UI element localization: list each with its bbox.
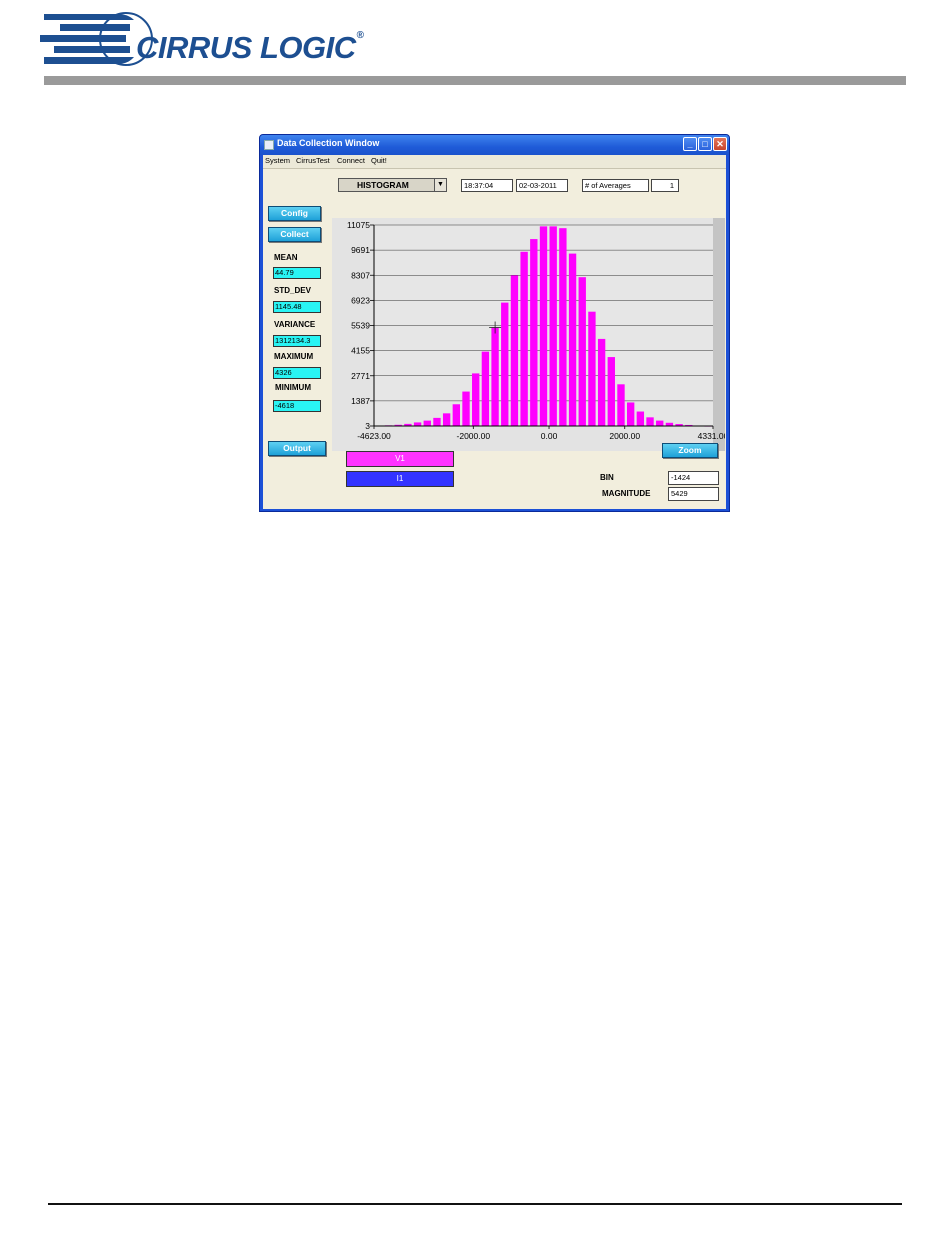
y-tick-label: 4155: [351, 346, 370, 356]
menu-connect[interactable]: Connect: [337, 156, 365, 165]
header-rule: [44, 76, 906, 85]
histogram-bar: [491, 327, 499, 426]
mode-select-value: HISTOGRAM: [357, 180, 409, 190]
histogram-bar: [539, 226, 548, 426]
histogram-bar: [413, 422, 422, 426]
histogram-bar: [588, 311, 596, 426]
main-panel: HISTOGRAM ▼ 18:37:04 02-03-2011 # of Ave…: [263, 169, 726, 509]
chevron-down-icon[interactable]: ▼: [434, 179, 446, 191]
histogram-bar: [462, 391, 470, 426]
histogram-bar: [442, 413, 451, 426]
variance-field[interactable]: 1312134.3: [273, 335, 321, 347]
chart-right-shade: [713, 218, 725, 451]
histogram-bar: [656, 420, 664, 426]
averages-label: # of Averages: [582, 179, 649, 192]
magnitude-field[interactable]: 5429: [668, 487, 719, 501]
menu-system[interactable]: System: [265, 156, 290, 165]
x-tick-label: -2000.00: [457, 431, 491, 441]
histogram-bar: [501, 302, 509, 426]
histogram-bar: [617, 384, 625, 426]
minimum-field[interactable]: -4618: [273, 400, 321, 412]
maximize-button[interactable]: □: [698, 137, 712, 151]
menu-cirrustest[interactable]: CirrusTest: [296, 156, 330, 165]
mode-select[interactable]: HISTOGRAM ▼: [338, 178, 447, 192]
histogram-bar: [433, 417, 441, 426]
histogram-bar: [520, 251, 528, 426]
title-bar[interactable]: Data Collection Window _ □ ✕: [260, 135, 729, 155]
mean-field[interactable]: 44.79: [273, 267, 321, 279]
histogram-bar: [559, 228, 567, 426]
series-v1-button[interactable]: V1: [346, 451, 454, 467]
histogram-bar: [578, 277, 586, 426]
y-tick-label: 6923: [351, 295, 370, 305]
series-i1-button[interactable]: I1: [346, 471, 454, 487]
time-field[interactable]: 18:37:04: [461, 179, 513, 192]
histogram-bar: [452, 404, 461, 426]
app-icon: [264, 140, 274, 150]
histogram-bar: [530, 239, 538, 426]
histogram-bar: [646, 417, 654, 426]
x-tick-label: 2000.00: [609, 431, 640, 441]
histogram-bar: [636, 411, 645, 426]
bin-label: BIN: [600, 473, 614, 482]
y-tick-label: 5539: [351, 321, 370, 331]
histogram-bar: [472, 373, 480, 426]
config-button[interactable]: Config: [268, 206, 321, 221]
collect-button[interactable]: Collect: [268, 227, 321, 242]
date-field[interactable]: 02-03-2011: [516, 179, 568, 192]
window-title: Data Collection Window: [277, 138, 380, 148]
menu-quit[interactable]: Quit!: [371, 156, 387, 165]
y-tick-label: 2771: [351, 371, 370, 381]
histogram-chart[interactable]: 11075 9691 8307 6923 5539 4155 2771 1387 3-4623.…: [332, 218, 725, 451]
minimize-button[interactable]: _: [683, 137, 697, 151]
magnitude-label: MAGNITUDE: [602, 489, 651, 498]
menu-bar: System CirrusTest Connect Quit!: [263, 155, 726, 168]
x-tick-label: -4623.00: [357, 431, 391, 441]
bin-field[interactable]: -1424: [668, 471, 719, 485]
histogram-bar: [607, 357, 615, 426]
std-dev-label: STD_DEV: [274, 286, 311, 295]
averages-field[interactable]: 1: [651, 179, 679, 192]
data-collection-window: Data Collection Window _ □ ✕ System Cirr…: [259, 134, 730, 512]
histogram-bar: [549, 226, 557, 426]
histogram-bar: [423, 420, 431, 426]
zoom-button[interactable]: Zoom: [662, 443, 718, 458]
x-tick-label: 4331.00: [698, 431, 725, 441]
x-tick-label: 0.00: [541, 431, 558, 441]
histogram-bar: [510, 275, 519, 426]
minimum-label: MINIMUM: [275, 383, 311, 392]
y-tick-label: 3: [365, 421, 370, 431]
histogram-bar: [626, 402, 635, 426]
output-button[interactable]: Output: [268, 441, 326, 456]
window-client: System CirrusTest Connect Quit! HISTOGRA…: [263, 155, 726, 509]
maximum-field[interactable]: 4326: [273, 367, 321, 379]
close-button[interactable]: ✕: [713, 137, 727, 151]
y-tick-label: 8307: [351, 270, 370, 280]
footer-rule: [48, 1203, 902, 1205]
brand-name: CIRRUS LOGIC®: [136, 30, 364, 65]
histogram-bar: [568, 253, 577, 426]
y-tick-label: 1387: [351, 396, 370, 406]
maximum-label: MAXIMUM: [274, 352, 314, 361]
histogram-bar: [597, 338, 606, 426]
y-tick-label: 11075: [347, 220, 370, 230]
mean-label: MEAN: [274, 253, 298, 262]
variance-label: VARIANCE: [274, 320, 316, 329]
histogram-bar: [481, 351, 490, 426]
std-dev-field[interactable]: 1145.48: [273, 301, 321, 313]
y-tick-label: 9691: [351, 245, 370, 255]
